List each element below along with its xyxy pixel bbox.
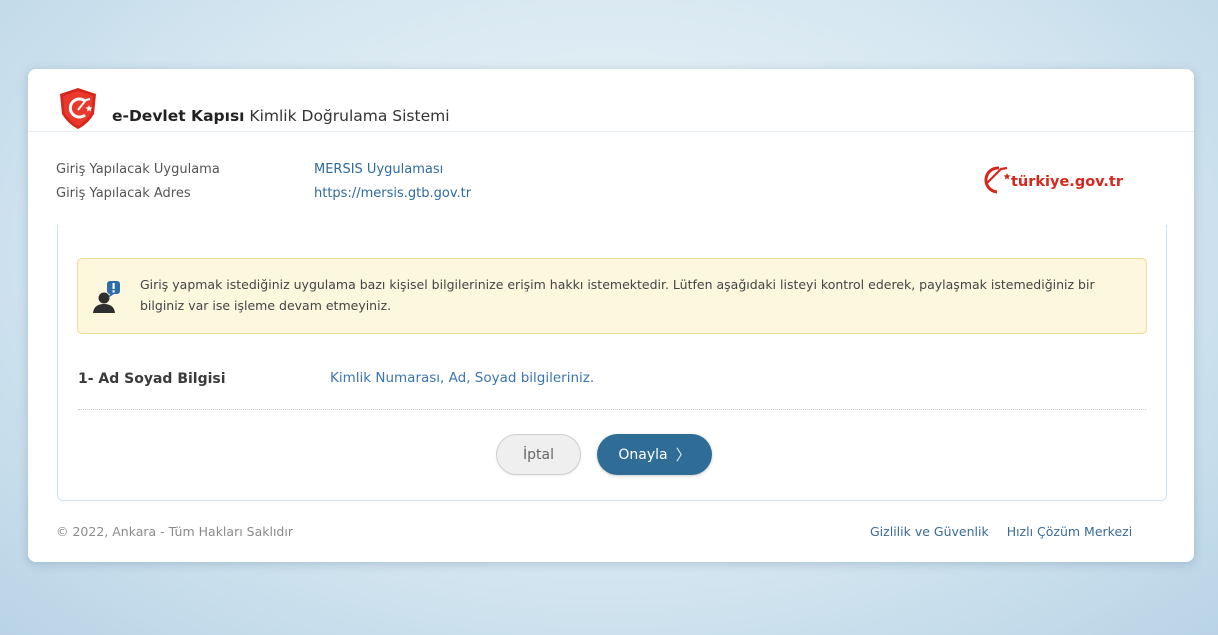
permission-title: 1- Ad Soyad Bilgisi [78,371,226,387]
notice-text: Giriş yapmak istediğiniz uygulama bazı k… [140,277,1095,313]
brand-title: e-Devlet Kapısı Kimlik Doğrulama Sistemi [112,107,450,125]
privacy-link[interactable]: Gizlilik ve Güvenlik [870,524,989,539]
cancel-label: İptal [523,446,554,463]
chevron-right-icon: 〉 [675,446,691,464]
brand-bold: e-Devlet Kapısı [112,107,245,125]
card-header: e-Devlet Kapısı Kimlik Doğrulama Sistemi [28,69,1194,132]
logo-text: türkiye.gov.tr [1011,174,1124,190]
turkiye-gov-logo: türkiye.gov.tr [984,166,1124,194]
permission-description: Kimlik Numarası, Ad, Soyad bilgileriniz. [330,370,595,386]
login-card: e-Devlet Kapısı Kimlik Doğrulama Sistemi… [28,69,1194,562]
app-label: Giriş Yapılacak Uygulama [56,162,220,177]
confirm-button[interactable]: Onayla 〉 [597,434,712,475]
address-value: https://mersis.gtb.gov.tr [314,186,472,201]
footer-links: Gizlilik ve Güvenlik Hızlı Çözüm Merkezi [870,524,1132,539]
divider [78,409,1146,410]
cancel-button[interactable]: İptal [496,434,581,475]
confirm-label: Onayla [618,446,668,463]
permission-notice: Giriş yapmak istediğiniz uygulama bazı k… [77,258,1147,334]
address-label: Giriş Yapılacak Adres [56,186,191,201]
app-value: MERSIS Uygulaması [314,162,444,177]
brand-subtitle: Kimlik Doğrulama Sistemi [249,107,450,125]
edevlet-shield-icon [60,88,96,129]
user-alert-icon [93,281,120,313]
permission-panel: Giriş yapmak istediğiniz uygulama bazı k… [57,225,1167,501]
help-center-link[interactable]: Hızlı Çözüm Merkezi [1007,524,1133,539]
copyright: © 2022, Ankara - Tüm Hakları Saklıdır [56,524,293,539]
